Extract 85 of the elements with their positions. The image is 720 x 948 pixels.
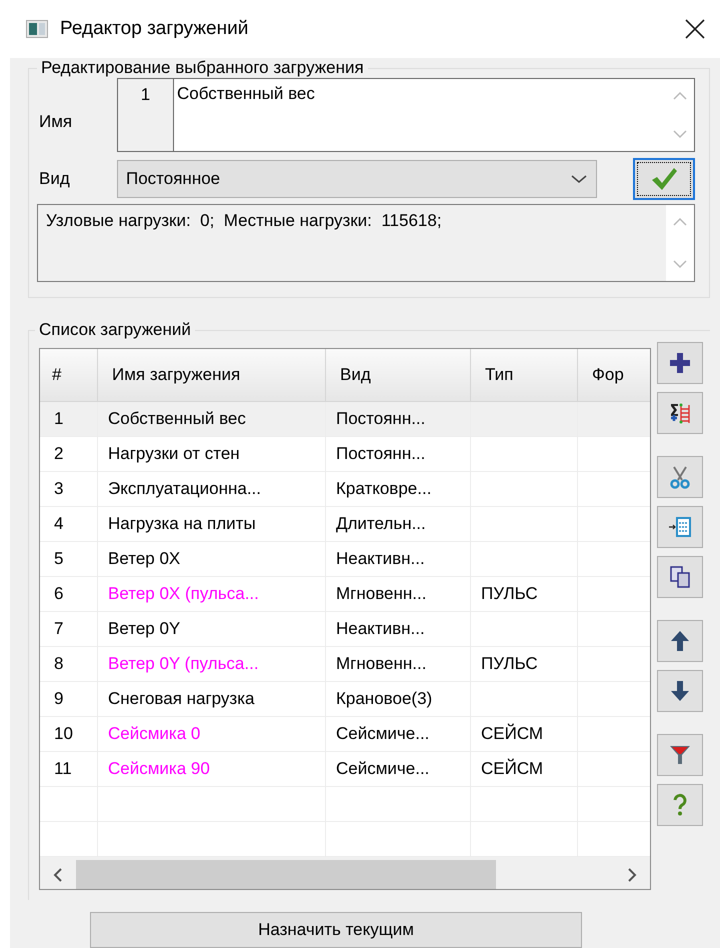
table-cell: 7 xyxy=(54,619,64,639)
table-cell: Нагрузка на плиты xyxy=(108,514,256,534)
column-header[interactable]: Фор xyxy=(578,349,650,401)
group-title: Список загружений xyxy=(38,320,192,340)
dropdown-chevron-icon xyxy=(570,174,588,184)
horizontal-scrollbar[interactable] xyxy=(40,857,650,889)
table-cell: 6 xyxy=(54,584,64,604)
table-cell: Мгновенн... xyxy=(336,654,426,674)
apply-button[interactable] xyxy=(633,158,695,200)
column-header[interactable]: Тип xyxy=(471,349,578,401)
table-cell: ПУЛЬС xyxy=(481,584,538,604)
table-row[interactable]: 10 Сейсмика 0 Сейсмиче... СЕЙСМ xyxy=(40,717,650,752)
table-cell: 10 xyxy=(54,724,73,744)
table-cell: Крановое(3) xyxy=(336,689,432,709)
assign-current-button[interactable]: Назначить текущим xyxy=(90,912,582,948)
sum-ladder-button[interactable] xyxy=(657,392,703,434)
table-cell: 4 xyxy=(54,514,64,534)
table-cell: Постоянн... xyxy=(336,444,426,464)
table-row[interactable]: 3 Эксплуатационна... Кратковре... xyxy=(40,472,650,507)
table-cell: Сейсмиче... xyxy=(336,724,430,744)
table-cell: Неактивн... xyxy=(336,619,425,639)
name-label: Имя xyxy=(38,111,74,132)
scroll-left-icon[interactable] xyxy=(52,867,64,883)
up-arrow-button[interactable] xyxy=(657,620,703,662)
add-icon xyxy=(668,351,692,375)
table-cell: Сейсмика 90 xyxy=(108,759,210,779)
table-cell: 11 xyxy=(54,759,72,779)
scissors-icon xyxy=(668,465,692,489)
table-cell: Неактивн... xyxy=(336,549,425,569)
table-cell: Эксплуатационна... xyxy=(108,479,261,499)
table-cell: 9 xyxy=(54,689,64,709)
table-cell: Снеговая нагрузка xyxy=(108,689,254,709)
scissors-button[interactable] xyxy=(657,456,703,498)
table-cell: Сейсмиче... xyxy=(336,759,430,779)
scroll-right-icon[interactable] xyxy=(626,867,638,883)
table-cell: 3 xyxy=(54,479,64,499)
table-cell: СЕЙСМ xyxy=(481,724,544,744)
help-button[interactable] xyxy=(657,784,703,826)
table-row[interactable]: 1 Собственный вес Постоянн... xyxy=(40,402,650,437)
column-header[interactable]: # xyxy=(40,349,98,401)
filter-icon xyxy=(668,743,692,767)
table-cell: Постоянн... xyxy=(336,409,426,429)
table-cell: Ветер 0X xyxy=(108,549,180,569)
up-arrow-icon xyxy=(668,629,692,653)
down-arrow-button[interactable] xyxy=(657,670,703,712)
column-header[interactable]: Вид xyxy=(326,349,471,401)
table-row[interactable]: 7 Ветер 0Y Неактивн... xyxy=(40,612,650,647)
table-row[interactable]: 4 Нагрузка на плиты Длительн... xyxy=(40,507,650,542)
table-cell: Собственный вес xyxy=(108,409,246,429)
insert-rows-icon xyxy=(668,515,692,539)
table-cell: Ветер 0Y xyxy=(108,619,180,639)
table-cell: Длительн... xyxy=(336,514,426,534)
table-row[interactable]: 9 Снеговая нагрузка Крановое(3) xyxy=(40,682,650,717)
group-title: Редактирование выбранного загружения xyxy=(40,58,365,78)
table-cell: Ветер 0Y (пульса... xyxy=(108,654,259,674)
down-arrow-icon xyxy=(668,679,692,703)
table-row[interactable]: 11 Сейсмика 90 Сейсмиче... СЕЙСМ xyxy=(40,752,650,787)
table-cell: Мгновенн... xyxy=(336,584,426,604)
info-box: Узловые нагрузки: 0; Местные нагрузки: 115618; xyxy=(37,204,695,282)
table-cell: Нагрузки от стен xyxy=(108,444,240,464)
table-cell: Сейсмика 0 xyxy=(108,724,200,744)
table-cell: 8 xyxy=(54,654,64,674)
table-cell: СЕЙСМ xyxy=(481,759,544,779)
window-title: Редактор загружений xyxy=(60,18,250,40)
kind-dropdown[interactable]: Постоянное xyxy=(117,160,597,198)
table-cell: Ветер 0X (пульса... xyxy=(108,584,259,604)
add-button[interactable] xyxy=(657,342,703,384)
copy-icon xyxy=(668,565,692,589)
table-cell: 5 xyxy=(54,549,64,569)
table-row[interactable]: 6 Ветер 0X (пульса... Мгновенн... ПУЛЬС xyxy=(40,577,650,612)
table-cell: ПУЛЬС xyxy=(481,654,538,674)
column-header[interactable]: Имя загружения xyxy=(98,349,326,401)
table-row[interactable]: 8 Ветер 0Y (пульса... Мгновенн... ПУЛЬС xyxy=(40,647,650,682)
insert-rows-button[interactable] xyxy=(657,506,703,548)
table-cell: Кратковре... xyxy=(336,479,432,499)
kind-label: Вид xyxy=(38,169,71,189)
table-row[interactable]: 5 Ветер 0X Неактивн... xyxy=(40,542,650,577)
close-button[interactable] xyxy=(684,18,706,40)
sum-ladder-icon xyxy=(668,401,692,425)
table-row[interactable]: 2 Нагрузки от стен Постоянн... xyxy=(40,437,650,472)
copy-button[interactable] xyxy=(657,556,703,598)
table-cell: 1 xyxy=(54,409,64,429)
table-cell: 2 xyxy=(54,444,64,464)
app-icon xyxy=(26,20,48,38)
filter-button[interactable] xyxy=(657,734,703,776)
